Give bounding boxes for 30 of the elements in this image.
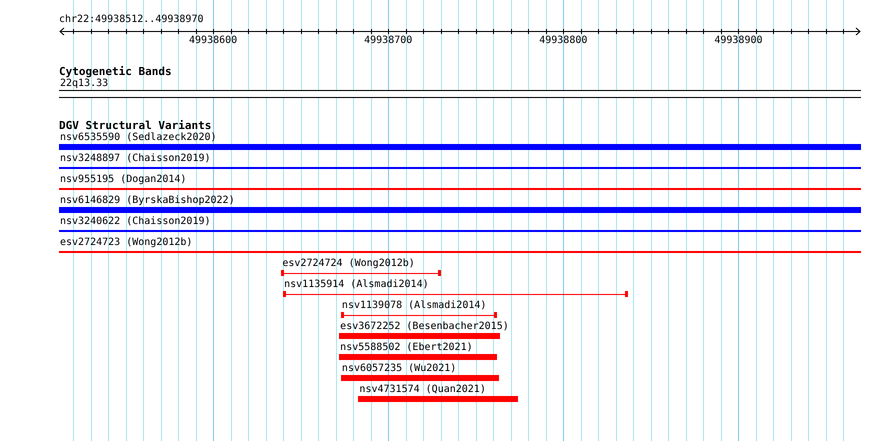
variant-bar[interactable] <box>340 375 499 381</box>
feature-label: nsv1135914 (Alsmadi2014) <box>284 279 429 291</box>
variant-bar[interactable] <box>59 144 861 150</box>
variant-bar[interactable] <box>358 396 518 402</box>
tick-label: 49938600 <box>189 35 238 47</box>
variant-bar[interactable] <box>339 333 500 339</box>
variant-line[interactable] <box>283 291 628 297</box>
feature-label: esv2724724 (Wong2012b) <box>282 258 415 270</box>
feature-label: esv3672252 (Besenbacher2015) <box>340 321 509 333</box>
feature-label: nsv6057235 (Wu2021) <box>342 363 456 375</box>
feature-label: nsv4731574 (Quan2021) <box>359 384 486 396</box>
feature-label: nsv3248897 (Chaisson2019) <box>60 153 211 165</box>
track-title: DGV Structural Variants <box>59 120 212 132</box>
feature-label: nsv6146829 (ByrskaBishop2022) <box>60 195 235 207</box>
feature-label: nsv6535590 (Sedlazeck2020) <box>60 132 217 144</box>
feature-label: 22q13.33 <box>60 78 108 90</box>
location-label: chr22:49938512..49938970 <box>59 14 204 26</box>
track-title: Cytogenetic Bands <box>59 66 172 78</box>
variant-line[interactable] <box>340 312 497 318</box>
feature-label: nsv1139078 (Alsmadi2014) <box>342 300 486 312</box>
variant-bar[interactable] <box>339 354 497 360</box>
feature-label: nsv955195 (Dogan2014) <box>60 174 186 186</box>
tick-label: 49938700 <box>364 35 412 47</box>
variant-bar[interactable] <box>59 207 861 213</box>
variant-line[interactable] <box>281 270 441 276</box>
tick-label: 49938800 <box>539 35 588 47</box>
feature-label: esv2724723 (Wong2012b) <box>60 237 192 249</box>
feature-label: nsv3240622 (Chaisson2019) <box>60 216 211 228</box>
tick-label: 49938900 <box>714 35 762 47</box>
feature-label: nsv5588502 (Ebert2021) <box>340 342 473 354</box>
